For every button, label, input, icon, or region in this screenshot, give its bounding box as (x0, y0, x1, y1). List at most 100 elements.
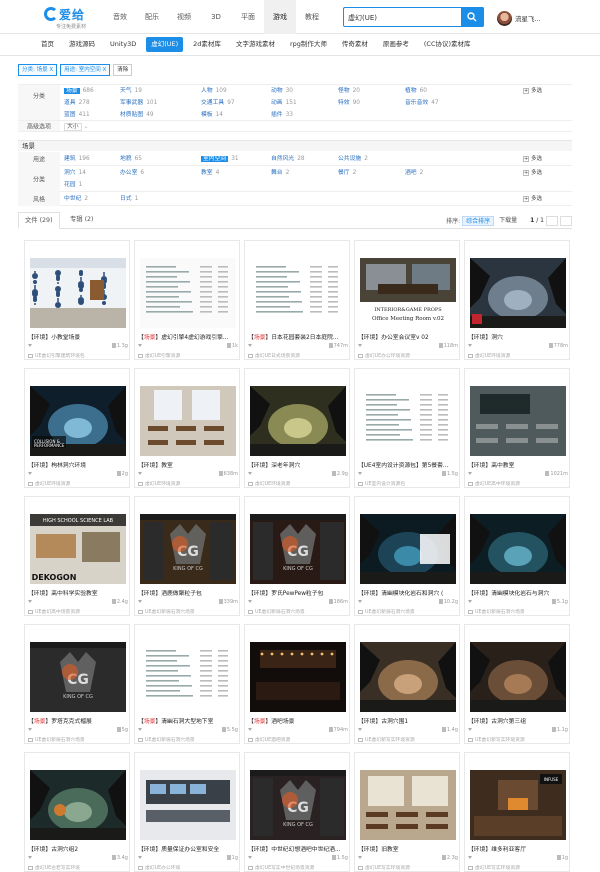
asset-title[interactable]: 【环境】深老年洞穴 (248, 460, 348, 469)
asset-category[interactable]: 虚幻UE高中环境资源 (468, 480, 568, 487)
asset-card[interactable]: 【环境】质量保证办公室和安全 1g 虚幻UE办公环境 (134, 752, 240, 872)
asset-thumbnail[interactable] (250, 642, 346, 712)
asset-thumbnail[interactable] (360, 770, 456, 840)
download-icon[interactable] (28, 471, 32, 477)
asset-category[interactable]: UE虚幻新骑石洞穴场景 (138, 736, 238, 743)
download-icon[interactable] (138, 855, 142, 861)
tab-1[interactable]: 专辑 (2) (64, 212, 100, 229)
filter-option[interactable]: 特效 90 (338, 98, 360, 108)
asset-title[interactable]: 【环境】洞穴 (468, 332, 568, 341)
subnav-item-8[interactable]: 原画参考 (378, 37, 414, 52)
asset-card[interactable]: 【环境】旧教室 2.3g 虚幻UE写实环境资源 (354, 752, 460, 872)
filter-option[interactable]: 中世纪 2 (64, 194, 88, 204)
asset-thumbnail[interactable] (140, 770, 236, 840)
asset-title[interactable]: 【环境】质量保证办公室和安全 (138, 844, 238, 853)
asset-category[interactable]: UE虚幻引擎建筑环境包 (28, 352, 128, 359)
asset-thumbnail[interactable] (140, 386, 236, 456)
filter-option[interactable]: 公共设施 2 (338, 154, 368, 164)
asset-thumbnail[interactable] (140, 258, 236, 328)
filter-option[interactable]: 蓝图 411 (64, 110, 90, 120)
asset-thumbnail[interactable] (470, 642, 566, 712)
asset-thumbnail[interactable]: CG KING OF CG (250, 770, 346, 840)
asset-category[interactable]: 虚幻UE环境资源 (138, 480, 238, 487)
asset-title[interactable]: 【环境】小教堂场景 (28, 332, 128, 341)
filter-option[interactable]: 天气 19 (120, 86, 142, 96)
asset-thumbnail[interactable] (250, 258, 346, 328)
download-icon[interactable] (28, 599, 32, 605)
asset-title[interactable]: 【环境】中世纪幻想酒吧中世纪酒... (248, 844, 348, 853)
filter-option[interactable]: 餐厅 2 (338, 168, 356, 178)
filter-option[interactable]: 教室 4 (201, 168, 219, 178)
subnav-item-1[interactable]: 游戏源码 (64, 37, 100, 52)
site-logo[interactable]: 爱给 专注免费素材 (44, 5, 94, 30)
nav-item-6[interactable]: 教程 (296, 0, 328, 34)
asset-category[interactable]: 虚幻UE环境资源 (468, 352, 568, 359)
asset-category[interactable]: UE室内设计资源包 (358, 480, 458, 487)
filter-chip[interactable]: 用途: 室内空间 X (60, 64, 111, 76)
asset-card[interactable]: INFUSE 【环境】维多利亚客厅 1g 虚幻UE写实环境资源 (464, 752, 570, 872)
asset-card[interactable]: 【场景】清幽石洞大型地下室 5.5g UE虚幻新骑石洞穴场景 (134, 624, 240, 744)
filter-option[interactable]: 插件 33 (271, 110, 293, 120)
asset-title[interactable]: 【环境】酒鹿做聚粒子包 (138, 588, 238, 597)
asset-title[interactable]: 【环境】高中教室 (468, 460, 568, 469)
clear-filters-button[interactable]: 清除 (113, 64, 133, 76)
asset-title[interactable]: 【环境】枸林洞穴环境 (28, 460, 128, 469)
multi-select-button[interactable]: + 多选 (522, 154, 542, 164)
subnav-item-7[interactable]: 传奇素材 (337, 37, 373, 52)
filter-option[interactable]: 动物 30 (271, 86, 293, 96)
filter-option[interactable]: 地貌 65 (120, 154, 142, 164)
asset-card[interactable]: 【环境】洞穴 778m 虚幻UE环境资源 (464, 240, 570, 360)
asset-title[interactable]: 【场景】日本花园套装2日本庭院... (248, 332, 348, 341)
asset-title[interactable]: 【环境】罗氏PewPew粒子包 (248, 588, 348, 597)
asset-thumbnail[interactable] (360, 514, 456, 584)
download-icon[interactable] (248, 599, 252, 605)
filter-option[interactable]: 人物 109 (201, 86, 227, 96)
filter-chip[interactable]: 分类: 场景 X (18, 64, 58, 76)
asset-card[interactable]: 【场景】日本花园套装2日本庭院... 747m 虚幻UE日式场景资源 (244, 240, 350, 360)
filter-option[interactable]: 办公室 6 (120, 168, 144, 178)
filter-option[interactable]: 花园 1 (64, 180, 82, 190)
multi-select-button[interactable]: + 多选 (522, 194, 542, 204)
asset-thumbnail[interactable] (360, 386, 456, 456)
nav-item-5[interactable]: 游戏 (264, 0, 296, 34)
asset-category[interactable]: 虚幻UE办公环境资源 (358, 352, 458, 359)
asset-category[interactable]: 虚幻UE办公环境 (138, 864, 238, 871)
asset-title[interactable]: 【环境】办公室会议室v 02 (358, 332, 458, 341)
asset-category[interactable]: UE虚幻新写实环境资源 (358, 736, 458, 743)
asset-card[interactable]: COLLISION & PERFORMANCE 【环境】枸林洞穴环境 2g 虚幻UE环境… (24, 368, 130, 488)
download-icon[interactable] (248, 855, 252, 861)
asset-category[interactable]: 虚幻UE酒吧资源 (248, 736, 348, 743)
sort-option-downloads[interactable]: 下载量 (496, 216, 520, 226)
username[interactable]: 流星飞... (515, 13, 541, 23)
asset-title[interactable]: 【环境】旧教室 (358, 844, 458, 853)
filter-option[interactable]: 军事武器 101 (120, 98, 157, 108)
multi-select-button[interactable]: + 多选 (522, 86, 542, 96)
asset-card[interactable]: 【环境】清幽模块化岩石和洞穴 (10.2g UE虚幻新骑石洞穴场景 (354, 496, 460, 616)
asset-category[interactable]: 虚幻UE引擎资源 (138, 352, 238, 359)
filter-option[interactable]: 舞台 2 (271, 168, 289, 178)
asset-title[interactable]: 【环境】维多利亚客厅 (468, 844, 568, 853)
asset-card[interactable]: 【场景】酒吧场景 794m 虚幻UE酒吧资源 (244, 624, 350, 744)
asset-card[interactable]: 【环境】古洞穴组2 3.4g 虚幻UE古老写实环境 (24, 752, 130, 872)
asset-category[interactable]: 虚幻UE环境资源 (248, 480, 348, 487)
nav-item-0[interactable]: 音效 (104, 0, 136, 34)
prev-page-button[interactable] (546, 215, 558, 226)
asset-card[interactable]: 【环境】清幽模块化岩石与洞穴 5.1g UE虚幻新骑石洞穴场景 (464, 496, 570, 616)
filter-option[interactable]: 植物 60 (405, 86, 427, 96)
asset-title[interactable]: 【场景】清幽石洞大型地下室 (138, 716, 238, 725)
search-button[interactable] (461, 7, 484, 27)
nav-item-1[interactable]: 配乐 (136, 0, 168, 34)
download-icon[interactable] (138, 471, 142, 477)
asset-thumbnail[interactable]: CG KING OF CG (250, 514, 346, 584)
filter-option[interactable]: 日式 1 (120, 194, 138, 204)
filter-option[interactable]: 场景 686 (64, 86, 94, 96)
asset-card[interactable]: 【场景】虚幻引擎4虚幻游戏引擎... 1k 虚幻UE引擎资源 (134, 240, 240, 360)
asset-category[interactable]: 虚幻UE写实中世纪场景资源 (248, 864, 348, 871)
nav-item-2[interactable]: 视频 (168, 0, 200, 34)
size-dropdown[interactable]: 大小 ⌄ (64, 122, 88, 132)
asset-thumbnail[interactable] (360, 642, 456, 712)
asset-thumbnail[interactable]: CG KING OF CG (140, 514, 236, 584)
asset-thumbnail[interactable] (470, 386, 566, 456)
tab-0[interactable]: 文件 (29) (18, 212, 60, 229)
download-icon[interactable] (468, 599, 472, 605)
